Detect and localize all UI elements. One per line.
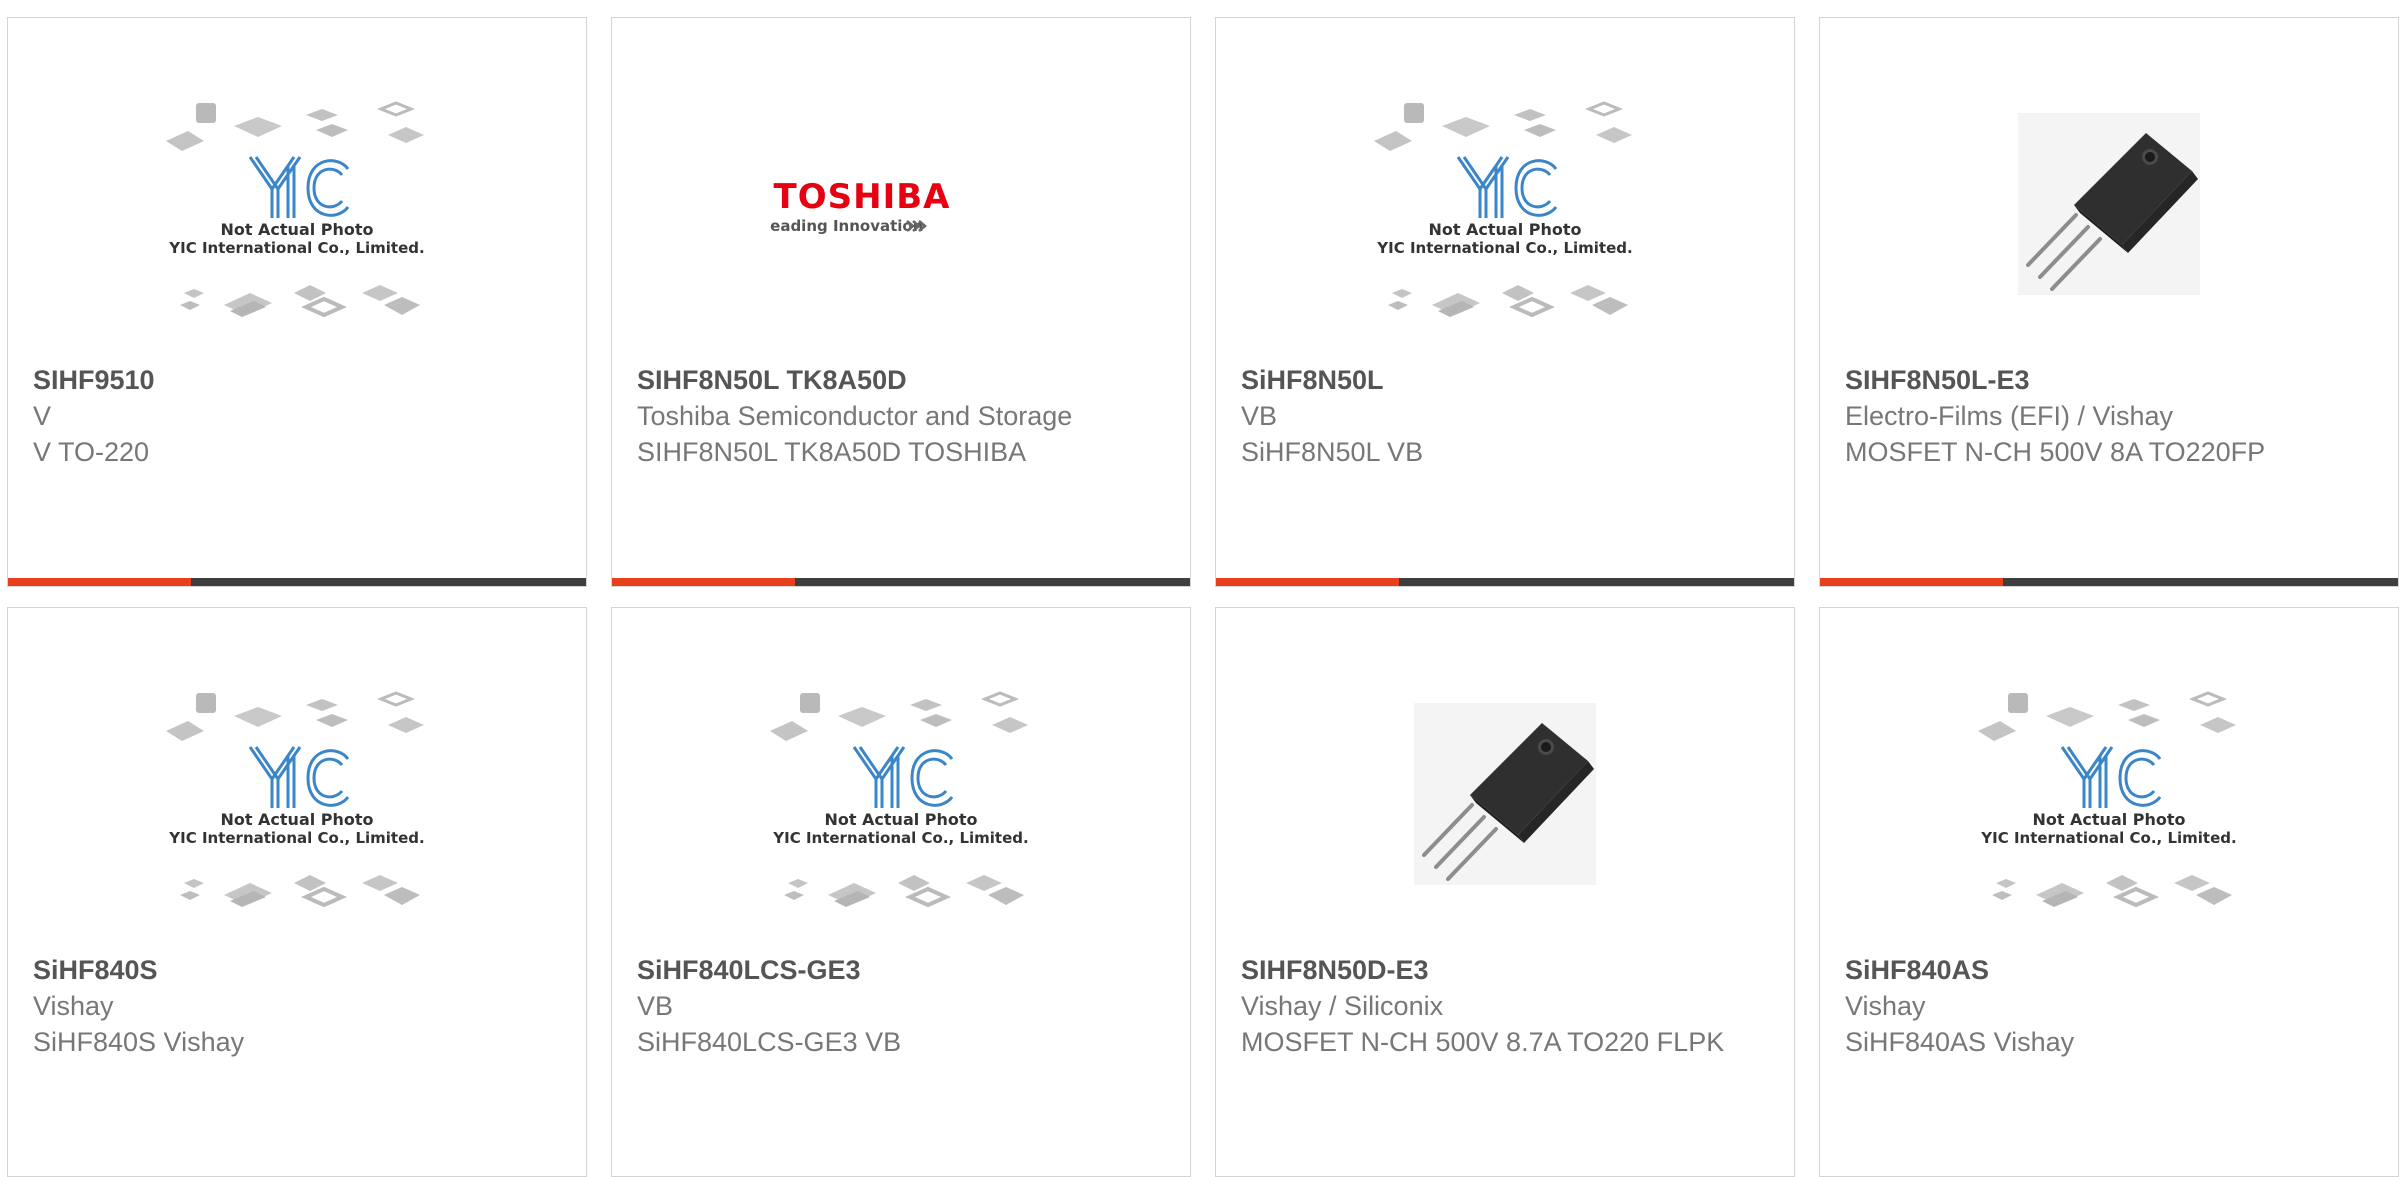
toshiba-logo: TOSHIBA Leading Innovation	[770, 177, 951, 235]
product-image[interactable]: Not Actual Photo YIC International Co., …	[8, 58, 586, 368]
manufacturer: VB	[637, 991, 674, 1021]
yic-placeholder-image: Not Actual Photo YIC International Co., …	[1374, 101, 1634, 319]
part-number-link[interactable]: SiHF840LCS-GE3	[637, 952, 1170, 988]
svg-text:TOSHIBA: TOSHIBA	[774, 177, 951, 217]
part-number-link[interactable]: SIHF8N50L-E3	[1845, 362, 2378, 398]
card-bottom-bar	[1216, 578, 1794, 586]
product-image[interactable]: Not Actual Photo YIC International Co., …	[1216, 58, 1794, 368]
part-number-link[interactable]: SiHF8N50L	[1241, 362, 1774, 398]
svg-text:YIC International Co., Limited: YIC International Co., Limited.	[772, 829, 1028, 847]
card-bottom-bar	[8, 578, 586, 586]
yic-placeholder-image: Not Actual Photo YIC International Co., …	[1978, 691, 2238, 909]
product-image[interactable]: Not Actual Photo YIC International Co., …	[612, 648, 1190, 958]
product-card[interactable]: Not Actual Photo YIC International Co., …	[611, 607, 1191, 1177]
product-card[interactable]: Not Actual Photo YIC International Co., …	[1215, 17, 1795, 587]
description: MOSFET N-CH 500V 8.7A TO220 FLPK	[1241, 1027, 1725, 1057]
product-image[interactable]: Not Actual Photo YIC International Co., …	[8, 648, 586, 958]
product-card[interactable]: SIHF8N50D-E3 Vishay / Siliconix MOSFET N…	[1215, 607, 1795, 1177]
svg-text:Not Actual Photo: Not Actual Photo	[824, 810, 977, 829]
manufacturer: Vishay	[1845, 991, 1926, 1021]
product-image[interactable]	[1216, 648, 1794, 958]
manufacturer: VB	[1241, 401, 1278, 431]
description: SiHF840S Vishay	[33, 1027, 245, 1057]
card-accent-bar	[1820, 578, 2003, 586]
description: V TO-220	[33, 437, 150, 467]
svg-text:YIC International Co., Limited: YIC International Co., Limited.	[1376, 239, 1632, 257]
part-number-link[interactable]: SIHF8N50L TK8A50D	[637, 362, 1170, 398]
card-accent-bar	[612, 578, 795, 586]
description: SiHF8N50L VB	[1241, 437, 1424, 467]
card-accent-bar	[8, 578, 191, 586]
product-card[interactable]: Not Actual Photo YIC International Co., …	[1819, 607, 2399, 1177]
card-accent-bar	[1216, 578, 1399, 586]
yic-placeholder-image: Not Actual Photo YIC International Co., …	[770, 691, 1030, 909]
description: SiHF840LCS-GE3 VB	[637, 1027, 902, 1057]
product-image[interactable]: TOSHIBA Leading Innovation	[612, 58, 1190, 368]
manufacturer: Electro-Films (EFI) / Vishay	[1845, 401, 2174, 431]
card-bottom-bar	[1820, 578, 2398, 586]
product-image[interactable]: Not Actual Photo YIC International Co., …	[1820, 648, 2398, 958]
svg-text:Not Actual Photo: Not Actual Photo	[220, 810, 373, 829]
card-bottom-bar	[612, 578, 1190, 586]
svg-text:Not Actual Photo: Not Actual Photo	[1428, 220, 1581, 239]
product-card[interactable]: Not Actual Photo YIC International Co., …	[7, 17, 587, 587]
manufacturer: Toshiba Semiconductor and Storage	[637, 401, 1073, 431]
description: MOSFET N-CH 500V 8A TO220FP	[1845, 437, 2266, 467]
description: SiHF840AS Vishay	[1845, 1027, 2075, 1057]
yic-placeholder-image: Not Actual Photo YIC International Co., …	[166, 691, 426, 909]
part-number-link[interactable]: SiHF840S	[33, 952, 566, 988]
svg-text:YIC International Co., Limited: YIC International Co., Limited.	[168, 829, 424, 847]
manufacturer: Vishay / Siliconix	[1241, 991, 1444, 1021]
manufacturer: V	[33, 401, 52, 431]
part-number-link[interactable]: SIHF8N50D-E3	[1241, 952, 1774, 988]
product-card[interactable]: Not Actual Photo YIC International Co., …	[7, 607, 587, 1177]
description: SIHF8N50L TK8A50D TOSHIBA	[637, 437, 1027, 467]
product-image[interactable]	[1820, 58, 2398, 368]
product-card[interactable]: TOSHIBA Leading Innovation SIHF8N50L TK8…	[611, 17, 1191, 587]
to220-transistor-photo	[1412, 701, 1598, 887]
product-card[interactable]: SIHF8N50L-E3 Electro-Films (EFI) / Visha…	[1819, 17, 2399, 587]
yic-placeholder-image: Not Actual Photo YIC International Co., …	[166, 101, 426, 319]
part-number-link[interactable]: SIHF9510	[33, 362, 566, 398]
svg-text:Not Actual Photo: Not Actual Photo	[2032, 810, 2185, 829]
svg-text:Not Actual Photo: Not Actual Photo	[220, 220, 373, 239]
part-number-link[interactable]: SiHF840AS	[1845, 952, 2378, 988]
product-grid: Not Actual Photo YIC International Co., …	[0, 0, 2400, 1177]
svg-text:YIC International Co., Limited: YIC International Co., Limited.	[168, 239, 424, 257]
svg-text:YIC International Co., Limited: YIC International Co., Limited.	[1980, 829, 2236, 847]
to220-transistor-photo	[2016, 111, 2202, 297]
svg-text:Leading Innovation: Leading Innovation	[770, 217, 923, 235]
manufacturer: Vishay	[33, 991, 114, 1021]
